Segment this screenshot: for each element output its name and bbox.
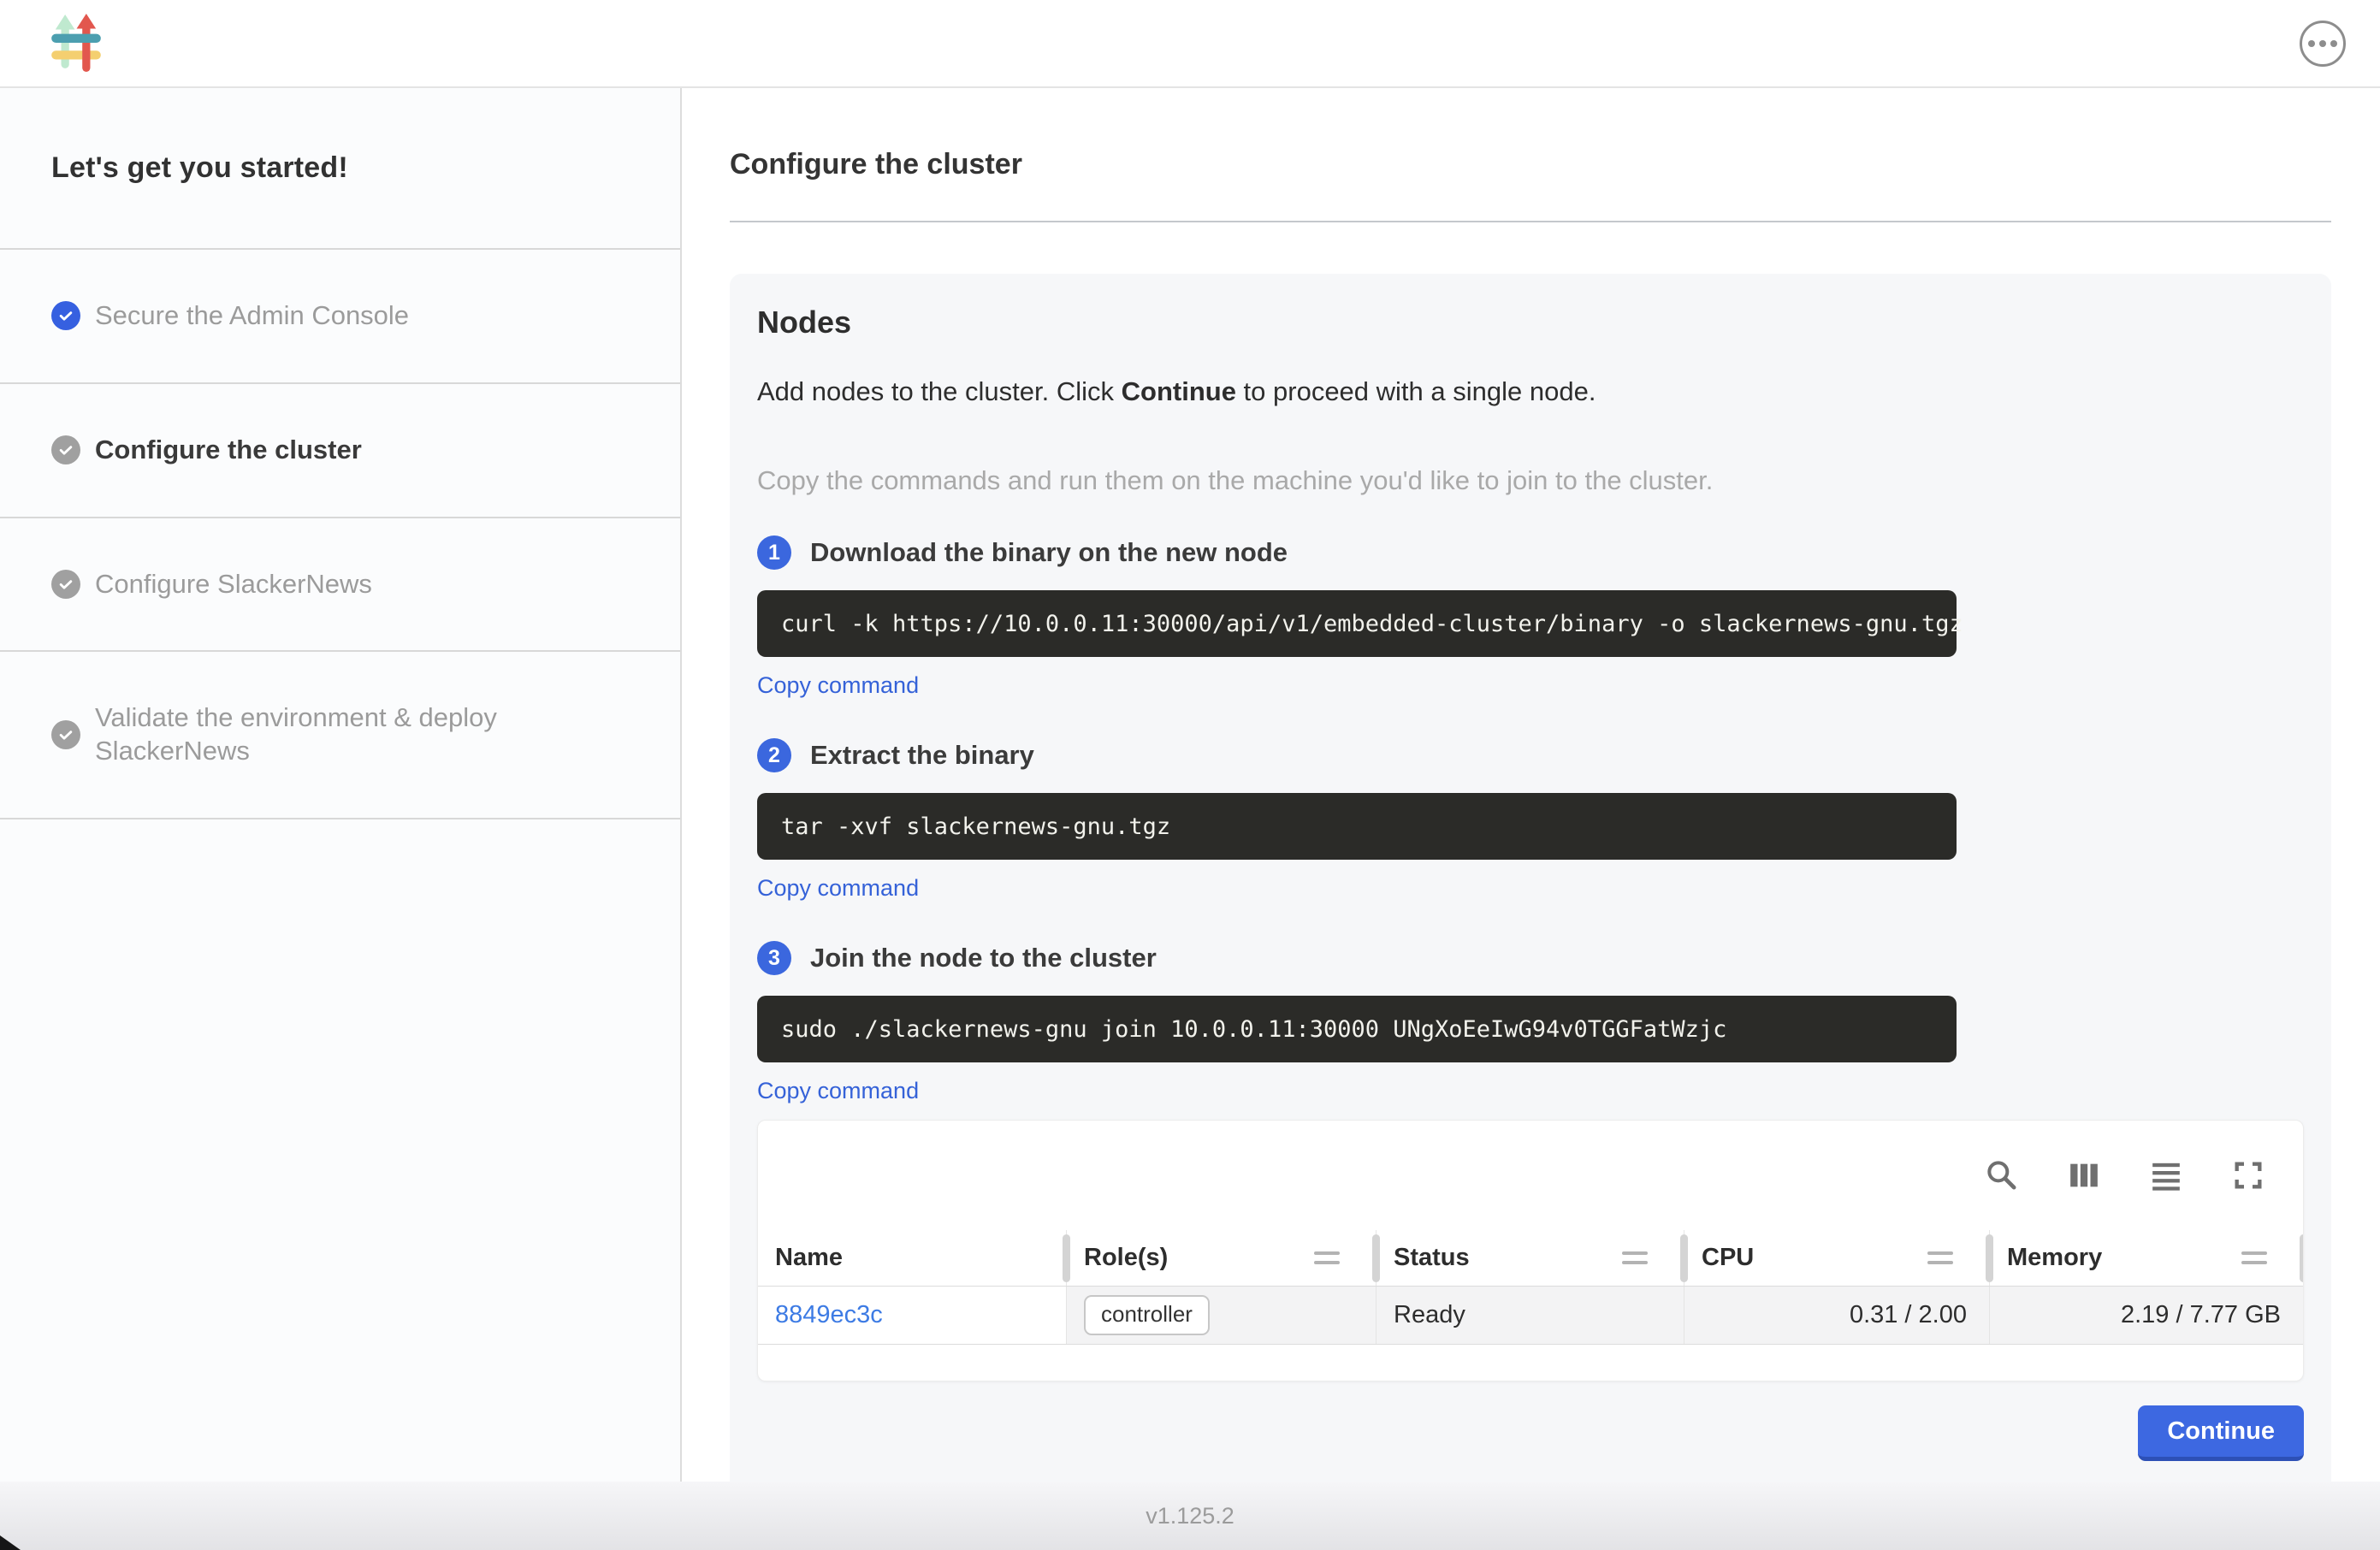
column-resize-handle[interactable] — [1063, 1234, 1070, 1282]
main-panel: Configure the cluster Nodes Add nodes to… — [682, 88, 2380, 1482]
step-3-command-block: sudo ./slackernews-gnu join 10.0.0.11:30… — [757, 996, 1957, 1062]
step-3-number-badge: 3 — [757, 941, 791, 975]
column-resize-handle[interactable] — [1680, 1234, 1688, 1282]
step-3-copy-command-link[interactable]: Copy command — [757, 1078, 919, 1104]
title-divider — [730, 221, 2331, 222]
sidebar-step-configure-slackernews[interactable]: Configure SlackerNews — [0, 518, 680, 651]
check-circle-icon — [51, 301, 80, 330]
overflow-menu-button[interactable] — [2300, 21, 2346, 67]
column-header-status[interactable]: Status — [1376, 1230, 1684, 1286]
table-header-row: Name Role(s) Status — [758, 1230, 2303, 1287]
column-header-cpu[interactable]: CPU — [1684, 1230, 1989, 1286]
table-row[interactable]: 8849ec3c controller Ready 0.31 / 2.00 2.… — [758, 1287, 2303, 1345]
sidebar-step-configure-cluster[interactable]: Configure the cluster — [0, 384, 680, 517]
column-menu-icon[interactable] — [1622, 1251, 1648, 1264]
step-1-copy-command-link[interactable]: Copy command — [757, 672, 919, 699]
column-resize-handle[interactable] — [2300, 1234, 2304, 1282]
top-bar — [0, 0, 2380, 88]
admin-console-page: Let's get you started! Secure the Admin … — [0, 0, 2380, 1550]
sidebar-step-validate-deploy[interactable]: Validate the environment & deploy Slacke… — [0, 652, 680, 818]
version-label: v1.125.2 — [1146, 1503, 1234, 1529]
cursor-artifact — [0, 1535, 21, 1550]
sidebar-heading: Let's get you started! — [0, 88, 680, 248]
page-title: Configure the cluster — [730, 148, 2331, 181]
sidebar-step-label: Configure SlackerNews — [95, 568, 372, 601]
step-2-copy-command-link[interactable]: Copy command — [757, 875, 919, 902]
divider — [0, 818, 680, 819]
nodes-heading: Nodes — [757, 305, 2304, 340]
columns-icon[interactable] — [2067, 1158, 2101, 1192]
step-3-command: sudo ./slackernews-gnu join 10.0.0.11:30… — [781, 1016, 1726, 1043]
copy-commands-hint: Copy the commands and run them on the ma… — [757, 465, 2304, 496]
nodes-table: Name Role(s) Status — [757, 1120, 2304, 1381]
step-1-number-badge: 1 — [757, 535, 791, 570]
fullscreen-icon[interactable] — [2231, 1158, 2265, 1192]
content-row: Let's get you started! Secure the Admin … — [0, 88, 2380, 1482]
sidebar-step-label: Secure the Admin Console — [95, 299, 409, 333]
cell-cpu: 0.31 / 2.00 — [1684, 1287, 1989, 1344]
sidebar-step-label: Validate the environment & deploy Slacke… — [95, 701, 557, 768]
step-1-command: curl -k https://10.0.0.11:30000/api/v1/e… — [781, 611, 1963, 637]
role-chip: controller — [1084, 1295, 1210, 1335]
column-menu-icon[interactable] — [1314, 1251, 1340, 1264]
cell-roles: controller — [1066, 1287, 1376, 1344]
step-2-title: Extract the binary — [810, 740, 1034, 771]
column-menu-icon[interactable] — [2241, 1251, 2267, 1264]
cell-status: Ready — [1376, 1287, 1684, 1344]
column-header-name[interactable]: Name — [758, 1230, 1066, 1286]
nodes-card: Nodes Add nodes to the cluster. Click Co… — [730, 274, 2331, 1482]
sidebar-step-secure-admin-console[interactable]: Secure the Admin Console — [0, 250, 680, 382]
check-circle-icon — [51, 720, 80, 749]
column-header-roles[interactable]: Role(s) — [1066, 1230, 1376, 1286]
step-1-heading: 1 Download the binary on the new node — [757, 535, 2304, 570]
setup-steps-sidebar: Let's get you started! Secure the Admin … — [0, 88, 682, 1482]
step-3-title: Join the node to the cluster — [810, 943, 1157, 973]
slackernews-logo-icon — [50, 14, 103, 74]
step-1-command-block: curl -k https://10.0.0.11:30000/api/v1/e… — [757, 590, 1957, 657]
step-3-heading: 3 Join the node to the cluster — [757, 941, 2304, 975]
sidebar-step-label: Configure the cluster — [95, 434, 362, 467]
column-resize-handle[interactable] — [1372, 1234, 1380, 1282]
cell-memory: 2.19 / 7.77 GB — [1989, 1287, 2303, 1344]
footer: v1.125.2 — [0, 1482, 2380, 1550]
step-2-heading: 2 Extract the binary — [757, 738, 2304, 772]
column-resize-handle[interactable] — [1986, 1234, 1993, 1282]
column-menu-icon[interactable] — [1927, 1251, 1953, 1264]
search-icon[interactable] — [1985, 1158, 2019, 1192]
card-actions: Continue — [757, 1405, 2304, 1461]
continue-button[interactable]: Continue — [2138, 1405, 2304, 1461]
step-1-title: Download the binary on the new node — [810, 537, 1288, 568]
check-circle-icon — [51, 570, 80, 599]
node-name-link[interactable]: 8849ec3c — [775, 1301, 883, 1329]
table-toolbar — [758, 1121, 2303, 1230]
cell-name: 8849ec3c — [758, 1287, 1066, 1344]
density-icon[interactable] — [2149, 1158, 2183, 1192]
table-bottom-padding — [758, 1345, 2303, 1381]
step-2-number-badge: 2 — [757, 738, 791, 772]
nodes-intro-text: Add nodes to the cluster. Click Continue… — [757, 376, 2304, 407]
step-2-command: tar -xvf slackernews-gnu.tgz — [781, 813, 1170, 840]
column-header-memory[interactable]: Memory — [1989, 1230, 2303, 1286]
ellipsis-icon — [2308, 40, 2315, 47]
step-2-command-block: tar -xvf slackernews-gnu.tgz — [757, 793, 1957, 860]
check-circle-icon — [51, 435, 80, 464]
